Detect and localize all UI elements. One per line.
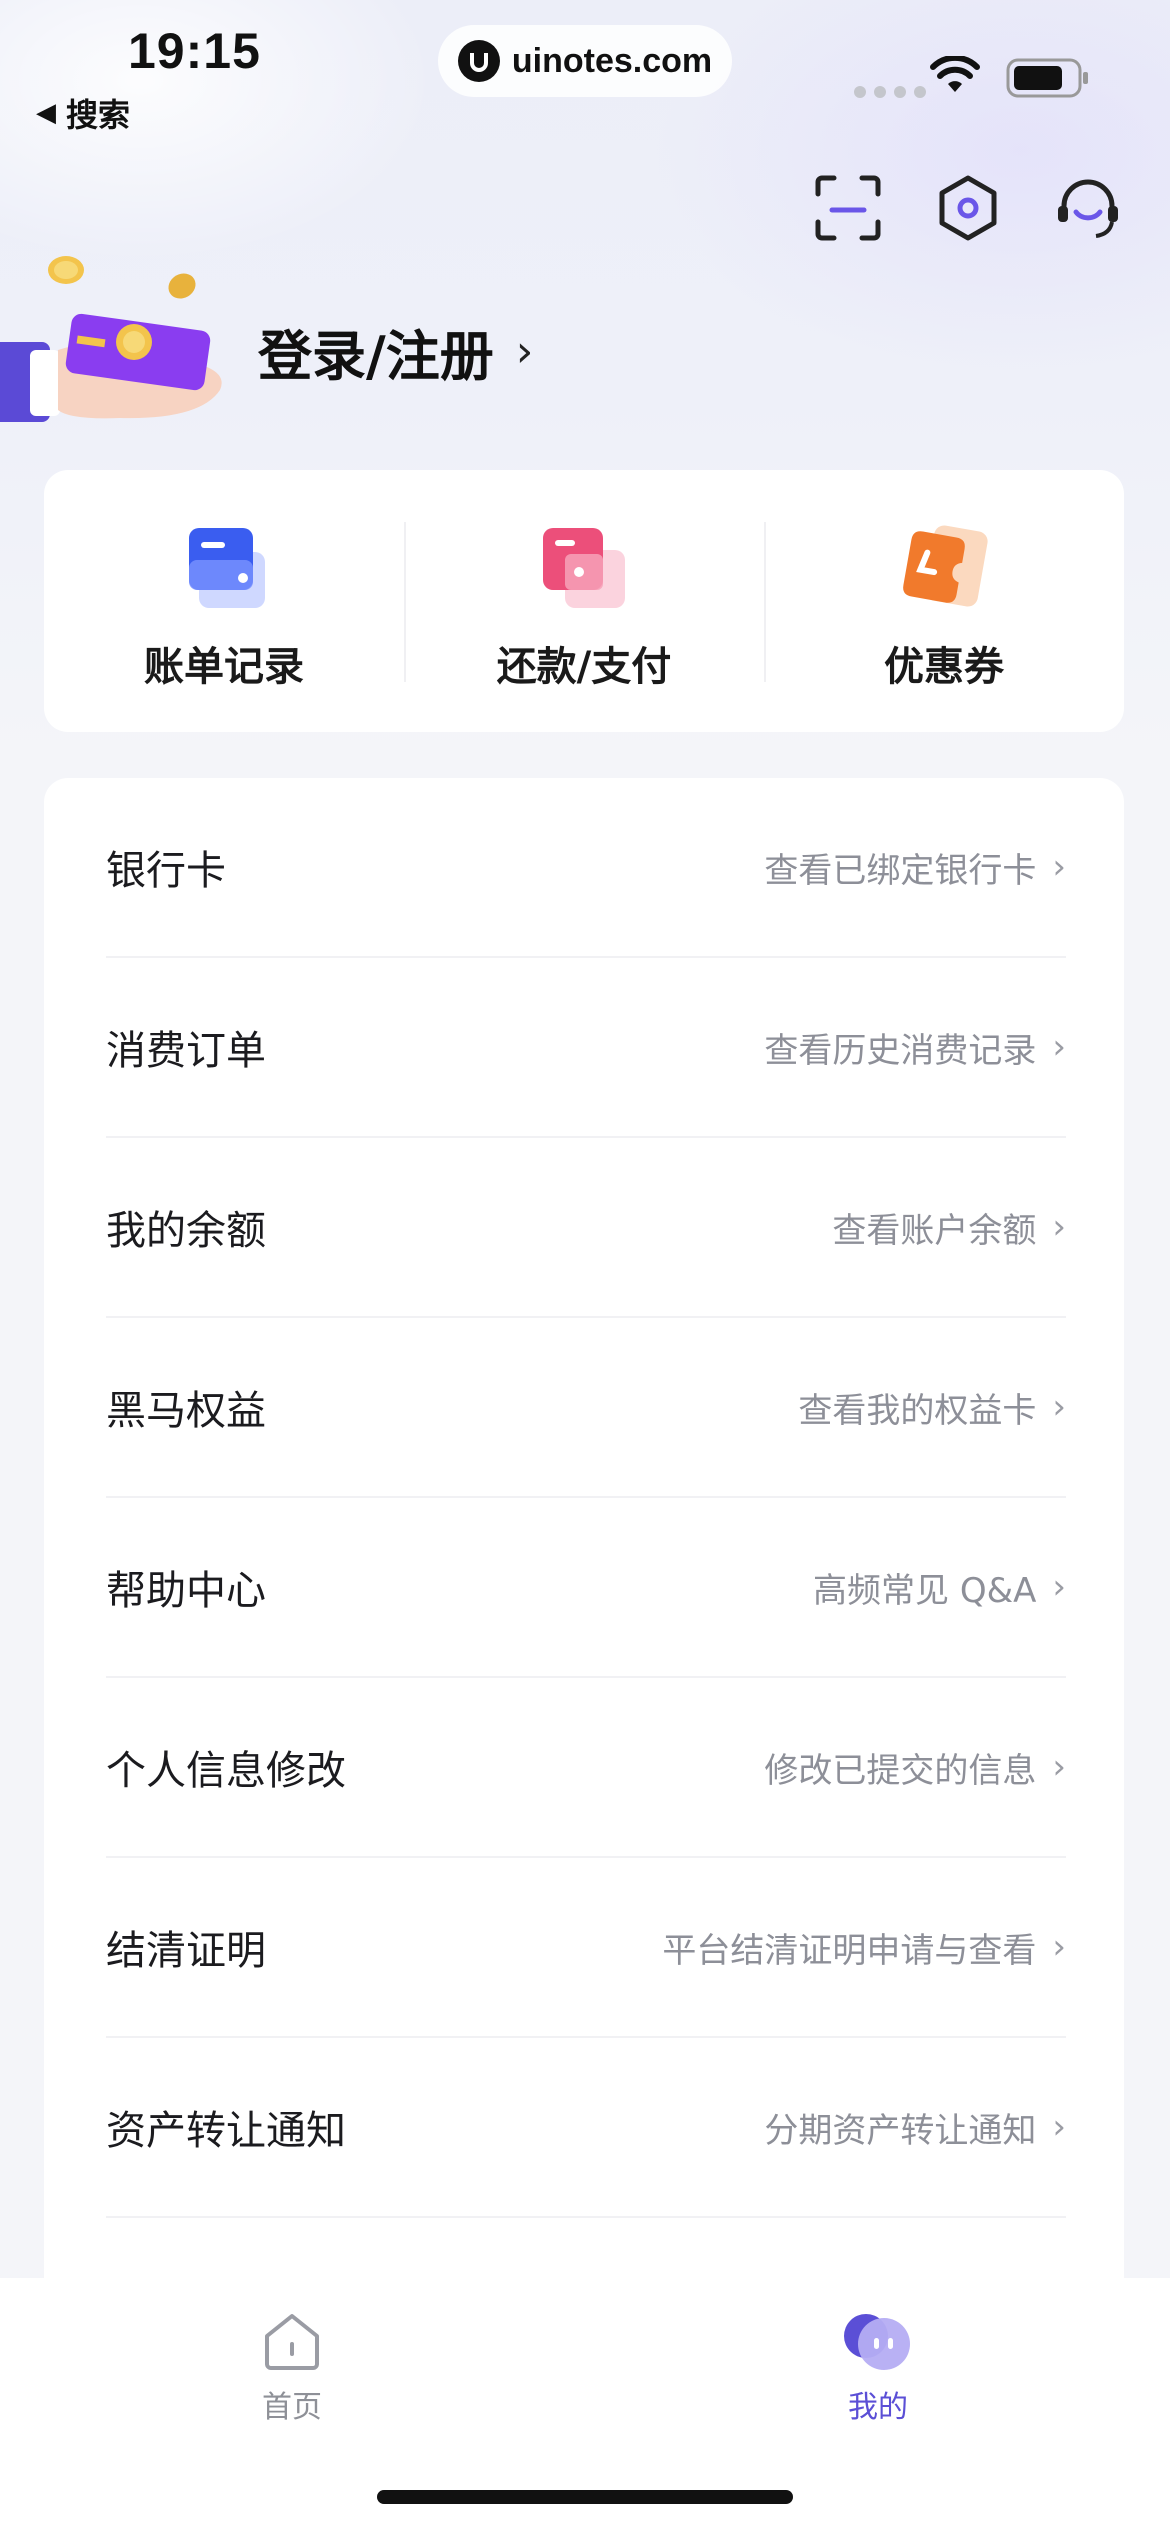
url-text: uinotes.com [511, 41, 713, 80]
menu-row-subtitle: 查看我的权益卡 [798, 1390, 1037, 1431]
profile-page: 19:15 ◀ 搜索 uinotes.com 登录/注册 › 账单记录 还款/支… [0, 0, 1170, 2532]
chevron-right-icon: › [1052, 1027, 1066, 1067]
chevron-right-icon: › [515, 326, 534, 377]
chevron-right-icon: › [1052, 1387, 1066, 1427]
repay-pay-icon [543, 528, 625, 608]
login-label: 登录/注册 [258, 325, 494, 388]
chevron-right-icon: › [1052, 1567, 1066, 1607]
chevron-right-icon: › [1052, 2107, 1066, 2147]
tab-home[interactable]: 首页 [192, 2308, 392, 2426]
menu-row-personal-info[interactable]: 个人信息修改 修改已提交的信息 › [106, 1678, 1066, 1858]
menu-row-help-center[interactable]: 帮助中心 高频常见 Q&A › [106, 1498, 1066, 1678]
tab-profile[interactable]: 我的 [778, 2308, 978, 2426]
battery-icon [1006, 58, 1088, 98]
menu-row-subtitle: 查看账户余额 [832, 1210, 1037, 1251]
menu-row-subtitle: 查看已绑定银行卡 [764, 850, 1037, 891]
login-register-link[interactable]: 登录/注册 › [258, 312, 533, 391]
customer-service-icon[interactable] [1052, 172, 1124, 244]
menu-row-balance[interactable]: 我的余额 查看账户余额 › [106, 1138, 1066, 1318]
coupon-icon [903, 525, 988, 607]
hand-card-illustration [0, 256, 222, 422]
tab-label: 首页 [262, 2390, 322, 2425]
back-triangle-icon: ◀ [36, 98, 56, 128]
quick-action-label: 账单记录 [144, 644, 304, 690]
menu-row-asset-transfer[interactable]: 资产转让通知 分期资产转让通知 › [106, 2038, 1066, 2218]
quick-action-bill-record[interactable]: 账单记录 [44, 470, 404, 732]
tab-label: 我的 [848, 2390, 908, 2425]
scan-icon[interactable] [812, 172, 884, 244]
menu-row-subtitle: 平台结清证明申请与查看 [662, 1930, 1037, 1971]
back-label: 搜索 [66, 96, 131, 134]
menu-row-bank-card[interactable]: 银行卡 查看已绑定银行卡 › [106, 778, 1066, 958]
menu-row-subtitle: 分期资产转让通知 [764, 2110, 1037, 2151]
home-icon [265, 2314, 319, 2370]
quick-action-coupon[interactable]: 优惠券 [764, 470, 1124, 732]
menu-row-title: 帮助中心 [106, 1568, 266, 1614]
quick-action-repay-pay[interactable]: 还款/支付 [404, 470, 764, 732]
chevron-right-icon: › [1052, 1927, 1066, 1967]
menu-row-subtitle: 高频常见 Q&A [813, 1570, 1037, 1611]
menu-row-title: 结清证明 [106, 1928, 266, 1974]
menu-row-orders[interactable]: 消费订单 查看历史消费记录 › [106, 958, 1066, 1138]
wifi-icon [930, 56, 980, 92]
menu-row-benefits[interactable]: 黑马权益 查看我的权益卡 › [106, 1318, 1066, 1498]
menu-list-card: 银行卡 查看已绑定银行卡 › 消费订单 查看历史消费记录 › 我的余额 查看账户余额… [44, 778, 1124, 2298]
site-logo-icon [457, 40, 500, 82]
home-indicator[interactable] [377, 2490, 793, 2504]
menu-row-title: 我的余额 [106, 1208, 266, 1254]
menu-row-title: 黑马权益 [106, 1388, 266, 1434]
bill-record-icon [189, 528, 265, 608]
status-time: 19:15 [128, 23, 261, 79]
url-pill[interactable]: uinotes.com [438, 25, 732, 97]
menu-row-subtitle: 查看历史消费记录 [764, 1030, 1037, 1071]
profile-icon [844, 2314, 910, 2370]
menu-row-title: 资产转让通知 [106, 2108, 346, 2154]
menu-row-title: 消费订单 [106, 1028, 266, 1074]
menu-row-settlement-proof[interactable]: 结清证明 平台结清证明申请与查看 › [106, 1858, 1066, 2038]
chevron-right-icon: › [1052, 1747, 1066, 1787]
back-to-search[interactable]: ◀ 搜索 [36, 90, 130, 136]
menu-row-title: 银行卡 [106, 848, 226, 894]
chevron-right-icon: › [1052, 1207, 1066, 1247]
quick-actions-card: 账单记录 还款/支付 优惠券 [44, 470, 1124, 732]
signal-icon [854, 86, 926, 98]
settings-icon[interactable] [932, 172, 1004, 244]
quick-action-label: 还款/支付 [496, 644, 672, 690]
menu-row-subtitle: 修改已提交的信息 [764, 1750, 1037, 1791]
menu-row-title: 个人信息修改 [106, 1748, 346, 1794]
chevron-right-icon: › [1052, 847, 1066, 887]
quick-action-label: 优惠券 [884, 644, 1004, 690]
